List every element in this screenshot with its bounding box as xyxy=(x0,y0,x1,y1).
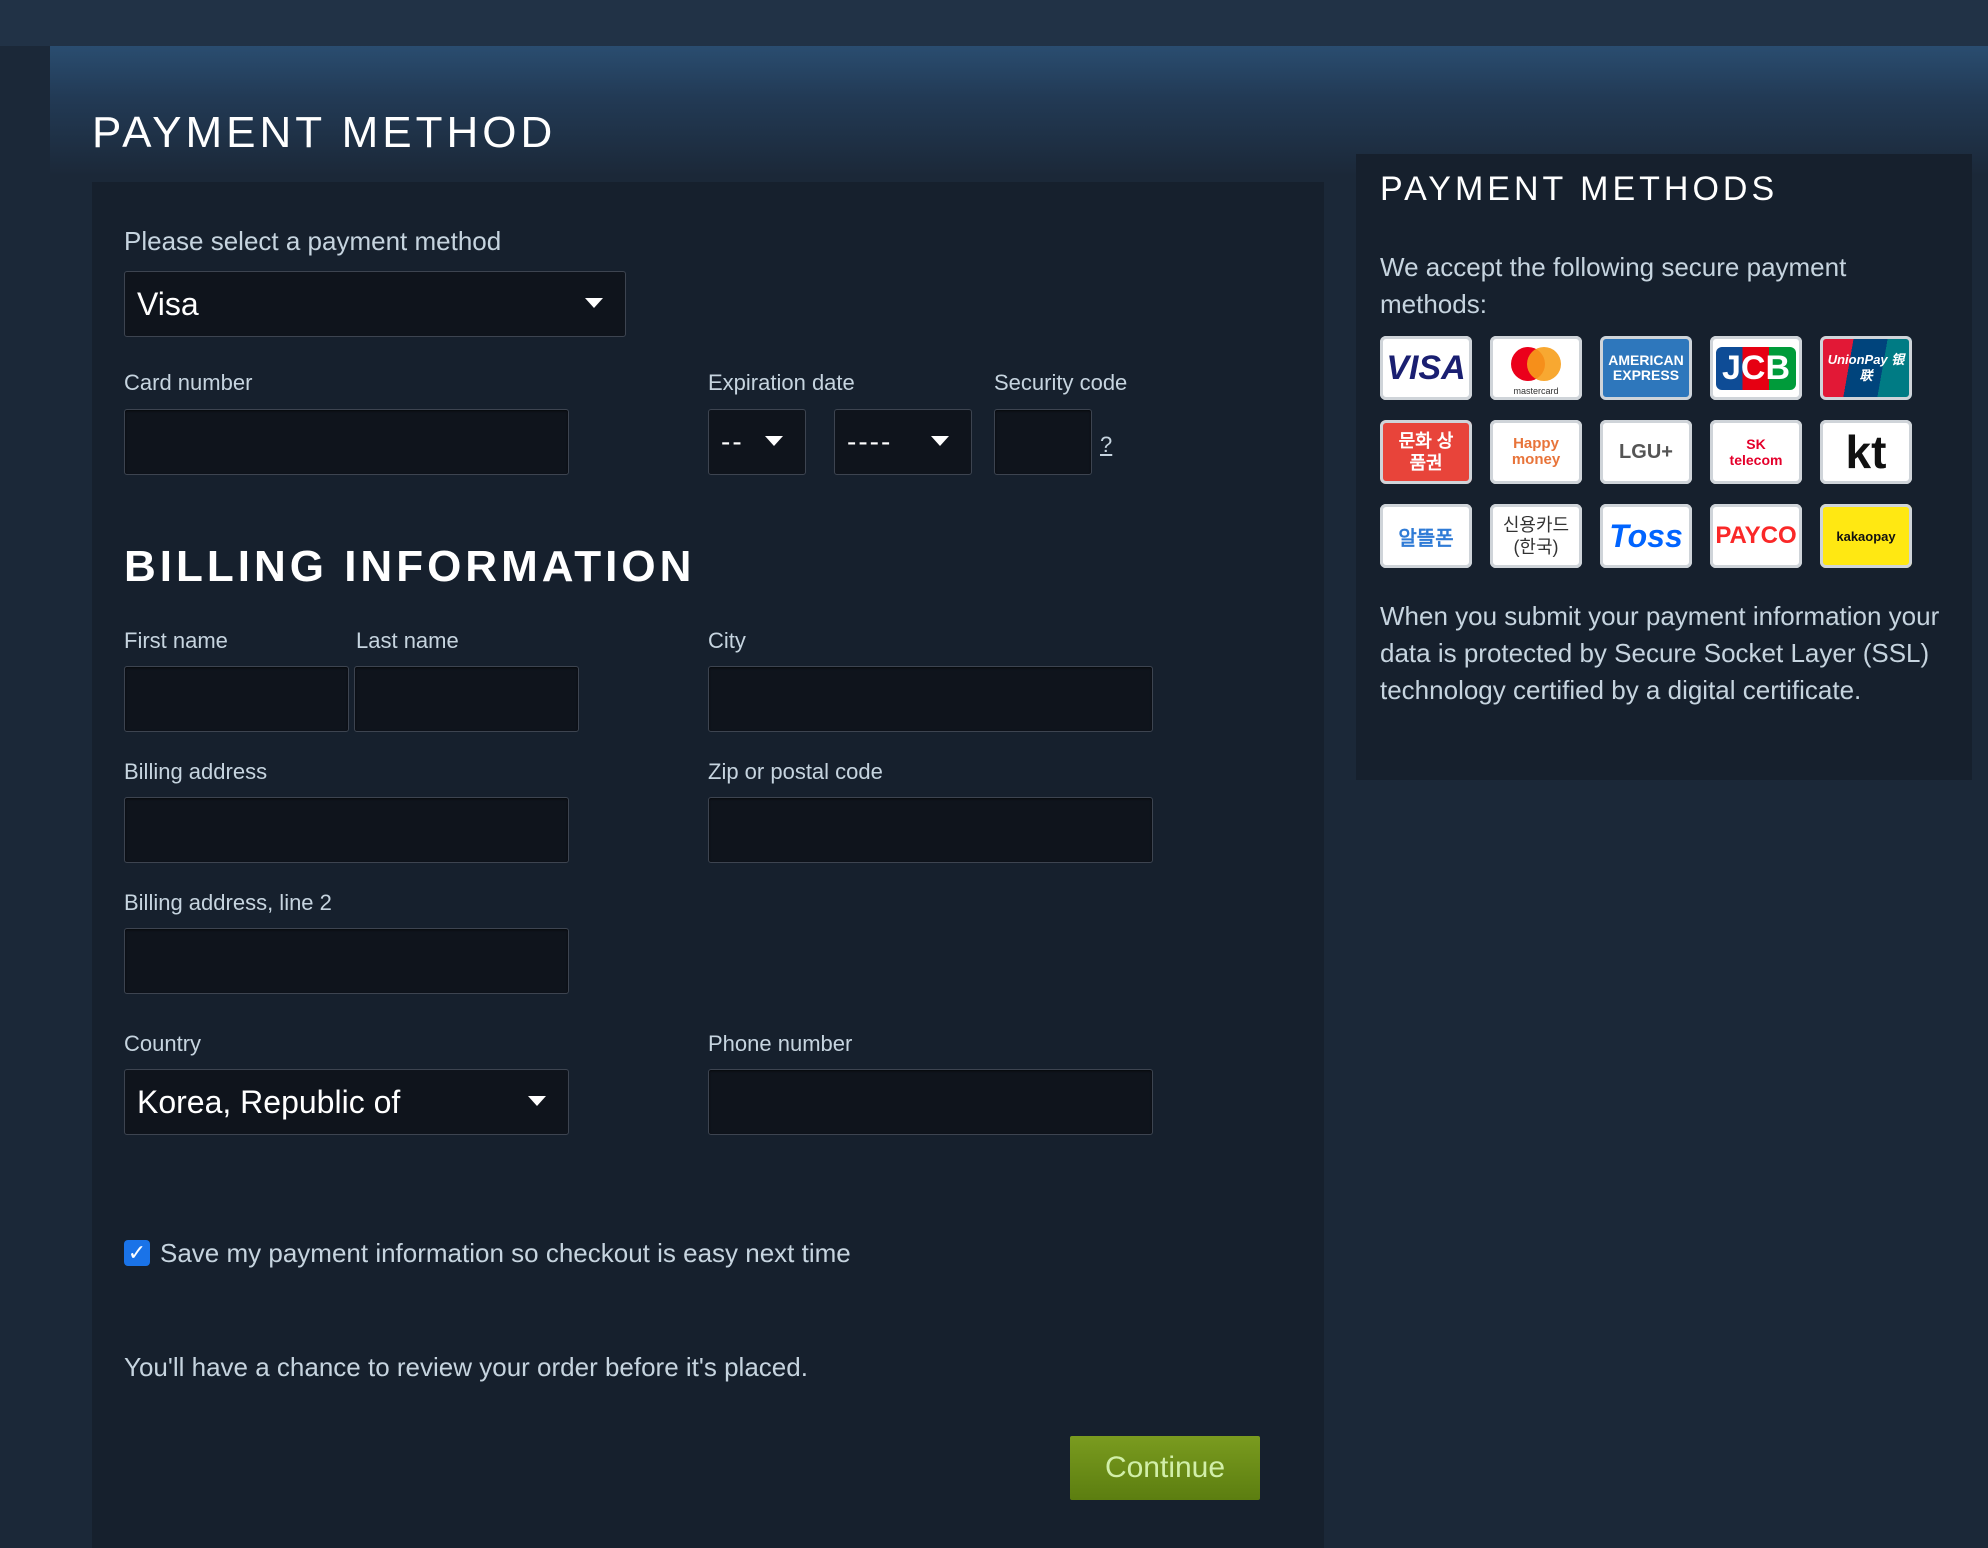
review-note: You'll have a chance to review your orde… xyxy=(124,1352,808,1382)
exp-year-select[interactable]: ---- xyxy=(834,409,972,475)
side-panel-title: PAYMENT METHODS xyxy=(1380,170,1779,208)
city-input[interactable] xyxy=(708,666,1153,732)
country-value: Korea, Republic of xyxy=(137,1083,401,1120)
security-code-label: Security code xyxy=(994,370,1128,395)
country-label: Country xyxy=(124,1031,202,1056)
card-number-label: Card number xyxy=(124,370,253,395)
mastercard-logo: mastercard xyxy=(1490,336,1582,400)
unionpay-logo: UnionPay 银联 xyxy=(1820,336,1912,400)
visa-logo: VISA xyxy=(1380,336,1472,400)
zip-code-input[interactable] xyxy=(708,797,1153,863)
payment-method-label: Please select a payment method xyxy=(124,226,502,256)
payment-method-select[interactable]: Visa xyxy=(124,271,626,337)
header-band xyxy=(0,0,1988,46)
culture-gift-logo: 문화 상품권 xyxy=(1380,420,1472,484)
happy-money-logo: Happy money xyxy=(1490,420,1582,484)
billing-address-2-label: Billing address, line 2 xyxy=(124,890,332,915)
chevron-down-icon xyxy=(528,1096,546,1106)
chevron-down-icon xyxy=(585,298,603,308)
chevron-down-icon xyxy=(765,436,783,446)
phone-number-input[interactable] xyxy=(708,1069,1153,1135)
billing-address-input[interactable] xyxy=(124,797,569,863)
card-number-input[interactable] xyxy=(124,409,569,475)
zip-code-label: Zip or postal code xyxy=(708,759,883,784)
credit-card-korea-logo: 신용카드 (한국) xyxy=(1490,504,1582,568)
last-name-label: Last name xyxy=(356,628,459,653)
accepted-methods-intro: We accept the following secure payment m… xyxy=(1380,252,1847,319)
kakaopay-logo: kakaopay xyxy=(1820,504,1912,568)
continue-button[interactable]: Continue xyxy=(1070,1436,1260,1500)
payment-methods-panel: PAYMENT METHODS We accept the following … xyxy=(1356,154,1972,780)
toss-logo: Toss xyxy=(1600,504,1692,568)
country-select[interactable]: Korea, Republic of xyxy=(124,1069,569,1135)
save-payment-checkbox[interactable]: ✓ xyxy=(124,1240,150,1266)
billing-section-title: BILLING INFORMATION xyxy=(124,542,696,591)
page-title: PAYMENT METHOD xyxy=(92,108,557,157)
lgu-logo: LGU+ xyxy=(1600,420,1692,484)
payco-logo: PAYCO xyxy=(1710,504,1802,568)
altteul-phone-logo: 알뜰폰 xyxy=(1380,504,1472,568)
security-code-input[interactable] xyxy=(994,409,1092,475)
last-name-input[interactable] xyxy=(354,666,579,732)
billing-address-label: Billing address xyxy=(124,759,268,784)
expiration-date-label: Expiration date xyxy=(708,370,855,395)
kt-logo: kt xyxy=(1820,420,1912,484)
exp-month-select[interactable]: -- xyxy=(708,409,806,475)
exp-month-value: -- xyxy=(721,426,744,457)
exp-year-value: ---- xyxy=(847,426,893,457)
city-label: City xyxy=(708,628,746,653)
ssl-security-note: When you submit your payment information… xyxy=(1380,601,1940,705)
american-express-logo: AMERICAN EXPRESS xyxy=(1600,336,1692,400)
first-name-input[interactable] xyxy=(124,666,349,732)
phone-number-label: Phone number xyxy=(708,1031,853,1056)
payment-method-value: Visa xyxy=(137,285,199,322)
chevron-down-icon xyxy=(931,436,949,446)
sk-telecom-logo: SK telecom xyxy=(1710,420,1802,484)
billing-address-2-input[interactable] xyxy=(124,928,569,994)
security-code-help-link[interactable]: ? xyxy=(1100,432,1112,458)
checkmark-icon: ✓ xyxy=(127,1240,147,1265)
first-name-label: First name xyxy=(124,628,228,653)
save-payment-label[interactable]: Save my payment information so checkout … xyxy=(160,1238,851,1269)
jcb-logo: JCB xyxy=(1710,336,1802,400)
